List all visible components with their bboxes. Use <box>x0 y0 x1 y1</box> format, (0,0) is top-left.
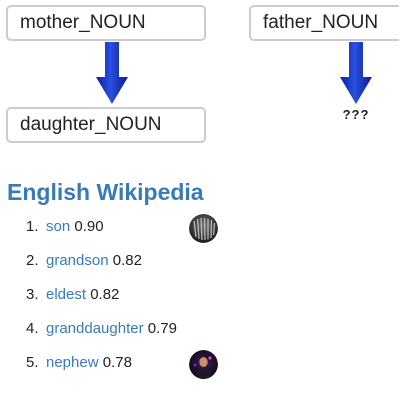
list-item: 5. nephew 0.78 <box>0 346 400 380</box>
analogy-term-a-label: mother_NOUN <box>20 12 146 33</box>
list-item: 1. son 0.90 <box>0 210 400 244</box>
result-rank: 5. <box>26 354 39 371</box>
list-item: 2. grandson 0.82 <box>0 244 400 278</box>
result-rank: 4. <box>26 320 39 337</box>
analogy-term-a[interactable]: mother_NOUN <box>6 5 206 41</box>
result-word-link[interactable]: son <box>46 218 70 235</box>
portrait-thumbnail[interactable] <box>189 350 218 379</box>
result-score: 0.78 <box>102 354 132 371</box>
analogy-term-b[interactable]: father_NOUN <box>249 5 399 41</box>
analogy-term-b-label: father_NOUN <box>263 12 379 33</box>
result-word-link[interactable]: eldest <box>46 286 86 303</box>
analogy-term-c-label: daughter_NOUN <box>20 114 162 135</box>
result-score: 0.90 <box>74 218 104 235</box>
result-score: 0.79 <box>147 320 177 337</box>
unknown-answer: ??? <box>342 107 370 122</box>
result-score: 0.82 <box>112 252 142 269</box>
result-text: nephew 0.78 <box>46 346 132 380</box>
result-word-link[interactable]: nephew <box>46 354 99 371</box>
result-rank: 1. <box>26 218 39 235</box>
list-item: 4. granddaughter 0.79 <box>0 312 400 346</box>
arrow-down-icon <box>340 42 372 104</box>
result-rank: 2. <box>26 252 39 269</box>
speaker-grille-thumbnail[interactable] <box>189 214 218 243</box>
source-title: English Wikipedia <box>7 179 204 205</box>
results-list: 1. son 0.90 2. grandson 0.82 3. eldest 0… <box>0 210 400 380</box>
result-score: 0.82 <box>90 286 120 303</box>
result-text: grandson 0.82 <box>46 244 142 278</box>
arrow-down-icon <box>96 42 128 104</box>
result-text: eldest 0.82 <box>46 278 119 312</box>
result-word-link[interactable]: granddaughter <box>46 320 144 337</box>
analogy-term-c[interactable]: daughter_NOUN <box>6 107 206 143</box>
result-text: granddaughter 0.79 <box>46 312 177 346</box>
list-item: 3. eldest 0.82 <box>0 278 400 312</box>
result-word-link[interactable]: grandson <box>46 252 109 269</box>
result-text: son 0.90 <box>46 210 104 244</box>
result-rank: 3. <box>26 286 39 303</box>
